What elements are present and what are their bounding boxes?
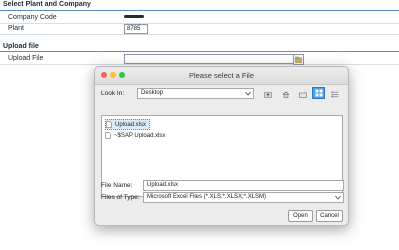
section-divider	[0, 10, 399, 11]
look-in-value: Desktop	[141, 90, 164, 96]
company-code-label: Company Code	[8, 14, 57, 21]
home-icon	[282, 91, 289, 98]
new-folder-icon	[298, 90, 307, 98]
up-one-level-button[interactable]	[261, 88, 274, 100]
look-in-label: Look In:	[101, 90, 125, 97]
file-item-sap-upload[interactable]: ~$SAP Upload.xlsx	[105, 131, 165, 140]
files-of-type-label: Files of Type:	[101, 194, 140, 201]
browse-icon	[295, 56, 302, 63]
folder-up-icon	[263, 91, 272, 98]
open-button[interactable]: Open	[288, 210, 313, 222]
file-item-label: ~$SAP Upload.xlsx	[114, 132, 166, 139]
section-title-upload-file: Upload file	[3, 43, 39, 50]
section-title-plant-company: Select Plant and Company	[3, 1, 91, 8]
section-divider-2	[0, 51, 399, 52]
list-view-icon	[315, 89, 322, 97]
list-view-button[interactable]	[312, 87, 325, 99]
file-item-label: Upload.xlsx	[115, 121, 147, 128]
file-chooser-dialog: Please select a File Look In: Desktop Up…	[94, 66, 349, 226]
details-view-icon	[331, 91, 338, 97]
files-of-type-value: Microsoft Excel Files (*.XLS;*.XLSX;*.XL…	[147, 194, 267, 200]
cancel-button[interactable]: Cancel	[316, 210, 343, 222]
upload-file-label: Upload File	[8, 55, 44, 62]
files-of-type-select[interactable]: Microsoft Excel Files (*.XLS;*.XLSX;*.XL…	[143, 192, 344, 203]
details-view-button[interactable]	[328, 88, 341, 100]
file-icon	[105, 132, 111, 139]
plant-label: Plant	[8, 25, 24, 32]
chevron-down-icon	[335, 195, 341, 200]
look-in-select[interactable]: Desktop	[137, 88, 254, 99]
company-code-value-redacted	[124, 15, 144, 18]
file-name-label: File Name:	[101, 182, 133, 189]
file-name-input[interactable]: Upload.xlsx	[143, 180, 344, 191]
file-item-upload[interactable]: Upload.xlsx	[105, 119, 151, 130]
home-button[interactable]	[279, 88, 292, 100]
upload-file-input[interactable]	[124, 54, 294, 64]
chevron-down-icon	[245, 91, 251, 96]
new-folder-button[interactable]	[296, 88, 309, 100]
dialog-title: Please select a File	[188, 71, 255, 80]
plant-row: Plant	[0, 23, 399, 35]
file-icon	[106, 121, 112, 128]
plant-field[interactable]: 8785	[124, 24, 148, 34]
browse-button[interactable]	[293, 54, 304, 65]
